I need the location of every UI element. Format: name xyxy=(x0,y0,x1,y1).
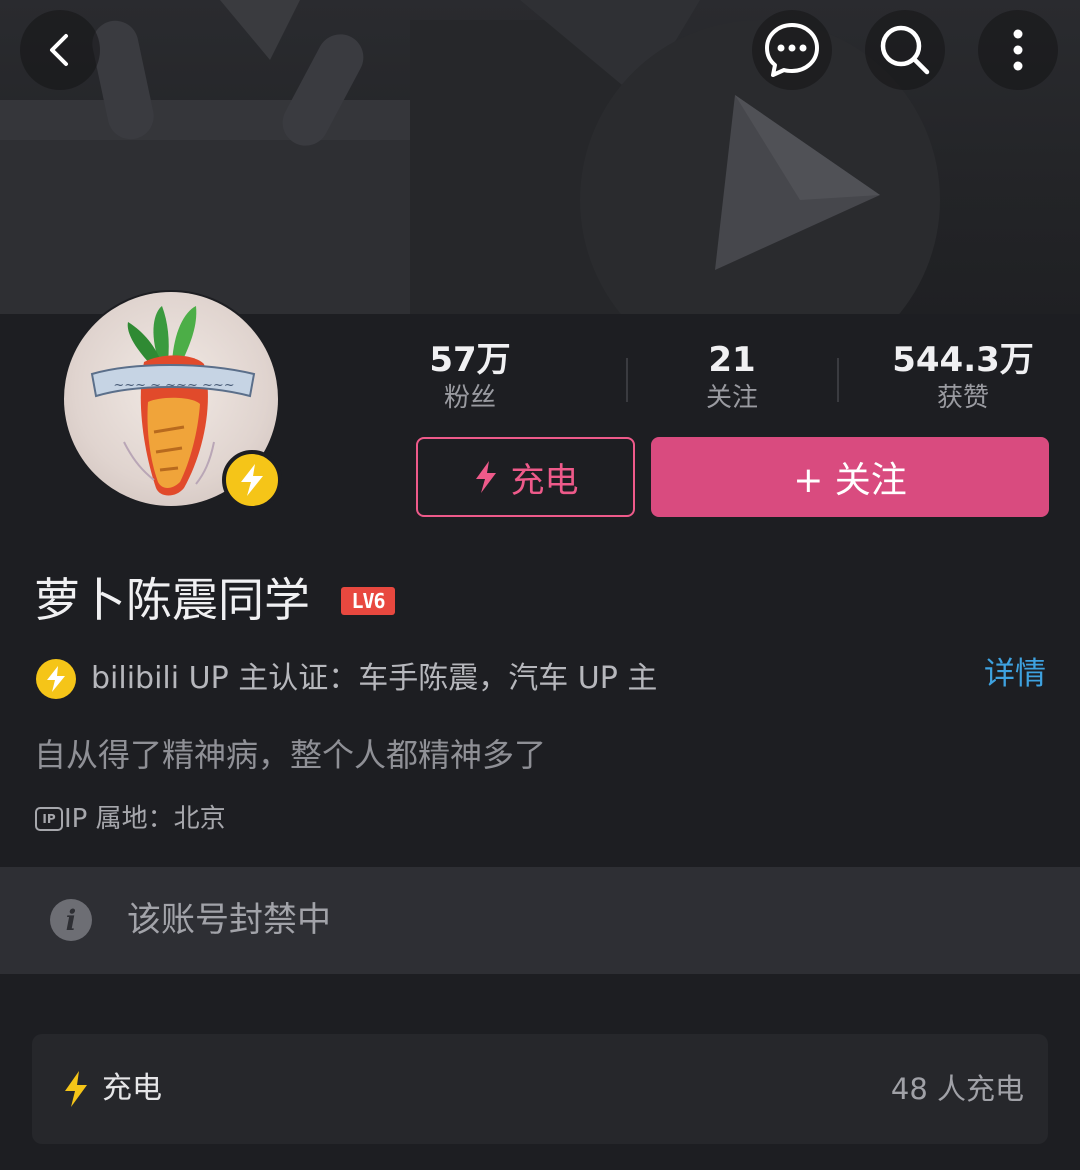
more-vertical-icon xyxy=(1013,29,1023,71)
chevron-left-icon xyxy=(50,34,68,66)
stat-following-value: 21 xyxy=(708,340,756,380)
ip-icon: IP xyxy=(35,807,63,831)
stat-divider xyxy=(837,358,839,402)
charge-card[interactable]: 充电 48 人充电 xyxy=(32,1034,1048,1144)
chat-bubble-icon xyxy=(765,23,819,77)
info-icon: i xyxy=(50,899,92,941)
verification-text: bilibili UP 主认证：车手陈震，汽车 UP 主 xyxy=(91,661,658,696)
lightning-icon xyxy=(65,1071,87,1107)
stat-following[interactable]: 21 关注 xyxy=(632,340,832,416)
lightning-icon xyxy=(475,461,496,493)
stat-likes[interactable]: 544.3万 获赞 xyxy=(863,340,1063,416)
up-verified-badge xyxy=(222,450,282,510)
follow-button-label: + 关注 xyxy=(793,460,907,501)
stat-following-label: 关注 xyxy=(705,383,758,413)
search-button[interactable] xyxy=(865,10,945,90)
charge-card-title: 充电 xyxy=(102,1071,162,1106)
lightning-icon xyxy=(241,464,263,496)
banned-notice: i 该账号封禁中 xyxy=(0,867,1080,974)
verified-icon xyxy=(36,659,76,699)
charge-button-label: 充电 xyxy=(510,460,579,501)
message-button[interactable] xyxy=(752,10,832,90)
charge-button[interactable]: 充电 xyxy=(416,437,635,517)
charge-card-count: 48 人充电 xyxy=(890,1072,1024,1106)
follow-button[interactable]: + 关注 xyxy=(651,437,1049,517)
more-button[interactable] xyxy=(978,10,1058,90)
search-icon xyxy=(880,25,930,75)
ip-location: IP 属地：北京 xyxy=(64,804,226,834)
back-button[interactable] xyxy=(20,10,100,90)
stat-fans-label: 粉丝 xyxy=(443,383,496,413)
stat-divider xyxy=(626,358,628,402)
banned-notice-text: 该账号封禁中 xyxy=(127,900,331,940)
stat-likes-label: 获赞 xyxy=(936,383,989,413)
username: 萝卜陈震同学 xyxy=(34,573,310,627)
stat-fans-value: 57万 xyxy=(429,340,511,380)
stat-likes-value: 544.3万 xyxy=(892,340,1034,380)
signature: 自从得了精神病，整个人都精神多了 xyxy=(34,736,547,774)
svg-text:~~~ ~ ~~~ ~~~: ~~~ ~ ~~~ ~~~ xyxy=(113,378,234,393)
lightning-icon xyxy=(47,666,65,692)
level-badge: LV6 xyxy=(341,587,395,615)
verification-detail-link[interactable]: 详情 xyxy=(984,654,1046,694)
stat-fans[interactable]: 57万 粉丝 xyxy=(370,340,570,416)
